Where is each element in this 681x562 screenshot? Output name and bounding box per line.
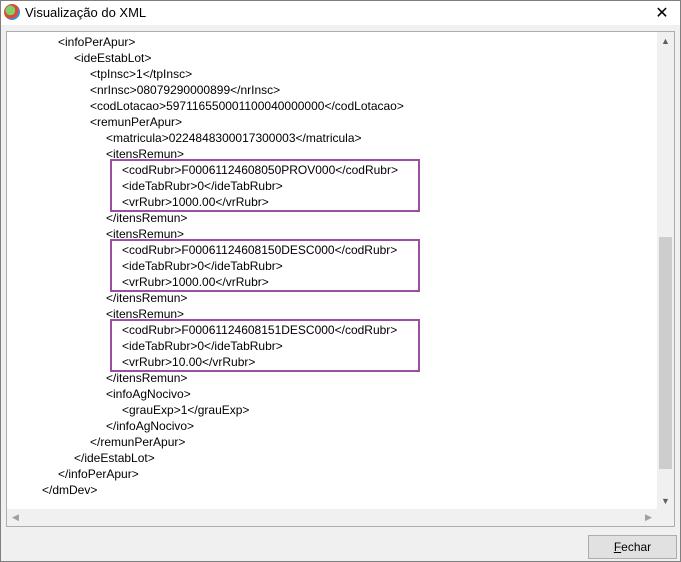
xml-line: <codLotacao>597116550001100040000000</co…: [90, 99, 404, 113]
xml-line: </itensRemun>: [106, 211, 188, 225]
xml-line: <tpInsc>1</tpInsc>: [90, 67, 193, 81]
xml-line: </itensRemun>: [106, 371, 188, 385]
title-bar: Visualização do XML ✕: [1, 1, 680, 25]
xml-line: <infoPerApur>: [58, 35, 136, 49]
scrollbar-corner: [657, 509, 674, 526]
vertical-scrollbar[interactable]: ▲ ▼: [657, 32, 674, 509]
vertical-scroll-thumb[interactable]: [659, 237, 672, 469]
xml-line: </dmDev>: [42, 483, 98, 497]
xml-line: <grauExp>1</grauExp>: [122, 403, 250, 417]
xml-line: <infoAgNocivo>: [106, 387, 191, 401]
xml-text-area[interactable]: <infoPerApur> <ideEstabLot> <tpInsc>1</tpI…: [6, 31, 675, 527]
fechar-button[interactable]: Fechar: [588, 535, 677, 559]
xml-content: <infoPerApur> <ideEstabLot> <tpInsc>1</tpI…: [7, 32, 657, 509]
horizontal-scrollbar[interactable]: ◀ ▶: [7, 509, 657, 526]
xml-line: <ideEstabLot>: [74, 51, 152, 65]
highlight-box: [110, 159, 420, 212]
close-window-button[interactable]: ✕: [644, 1, 680, 25]
highlight-box: [110, 239, 420, 292]
scroll-right-arrow-icon[interactable]: ▶: [640, 509, 657, 526]
xml-line: </infoAgNocivo>: [106, 419, 195, 433]
xml-line: </infoPerApur>: [58, 467, 139, 481]
app-logo-icon: [4, 4, 20, 20]
scroll-up-arrow-icon[interactable]: ▲: [657, 32, 674, 49]
xml-line: <nrInsc>08079290000899</nrInsc>: [90, 83, 281, 97]
scroll-down-arrow-icon[interactable]: ▼: [657, 492, 674, 509]
xml-line: </itensRemun>: [106, 291, 188, 305]
fechar-label: echar: [621, 540, 652, 554]
highlight-box: [110, 319, 420, 372]
scroll-left-arrow-icon[interactable]: ◀: [7, 509, 24, 526]
xml-line: <remunPerApur>: [90, 115, 183, 129]
xml-viewer-window: Visualização do XML ✕ <infoPerApur> <ideE…: [0, 0, 681, 562]
xml-line: </ideEstabLot>: [74, 451, 155, 465]
xml-line: </remunPerApur>: [90, 435, 186, 449]
xml-line: <matricula>0224848300017300003</matricul…: [106, 131, 362, 145]
window-title: Visualização do XML: [25, 5, 147, 20]
fechar-accelerator: F: [613, 540, 622, 554]
